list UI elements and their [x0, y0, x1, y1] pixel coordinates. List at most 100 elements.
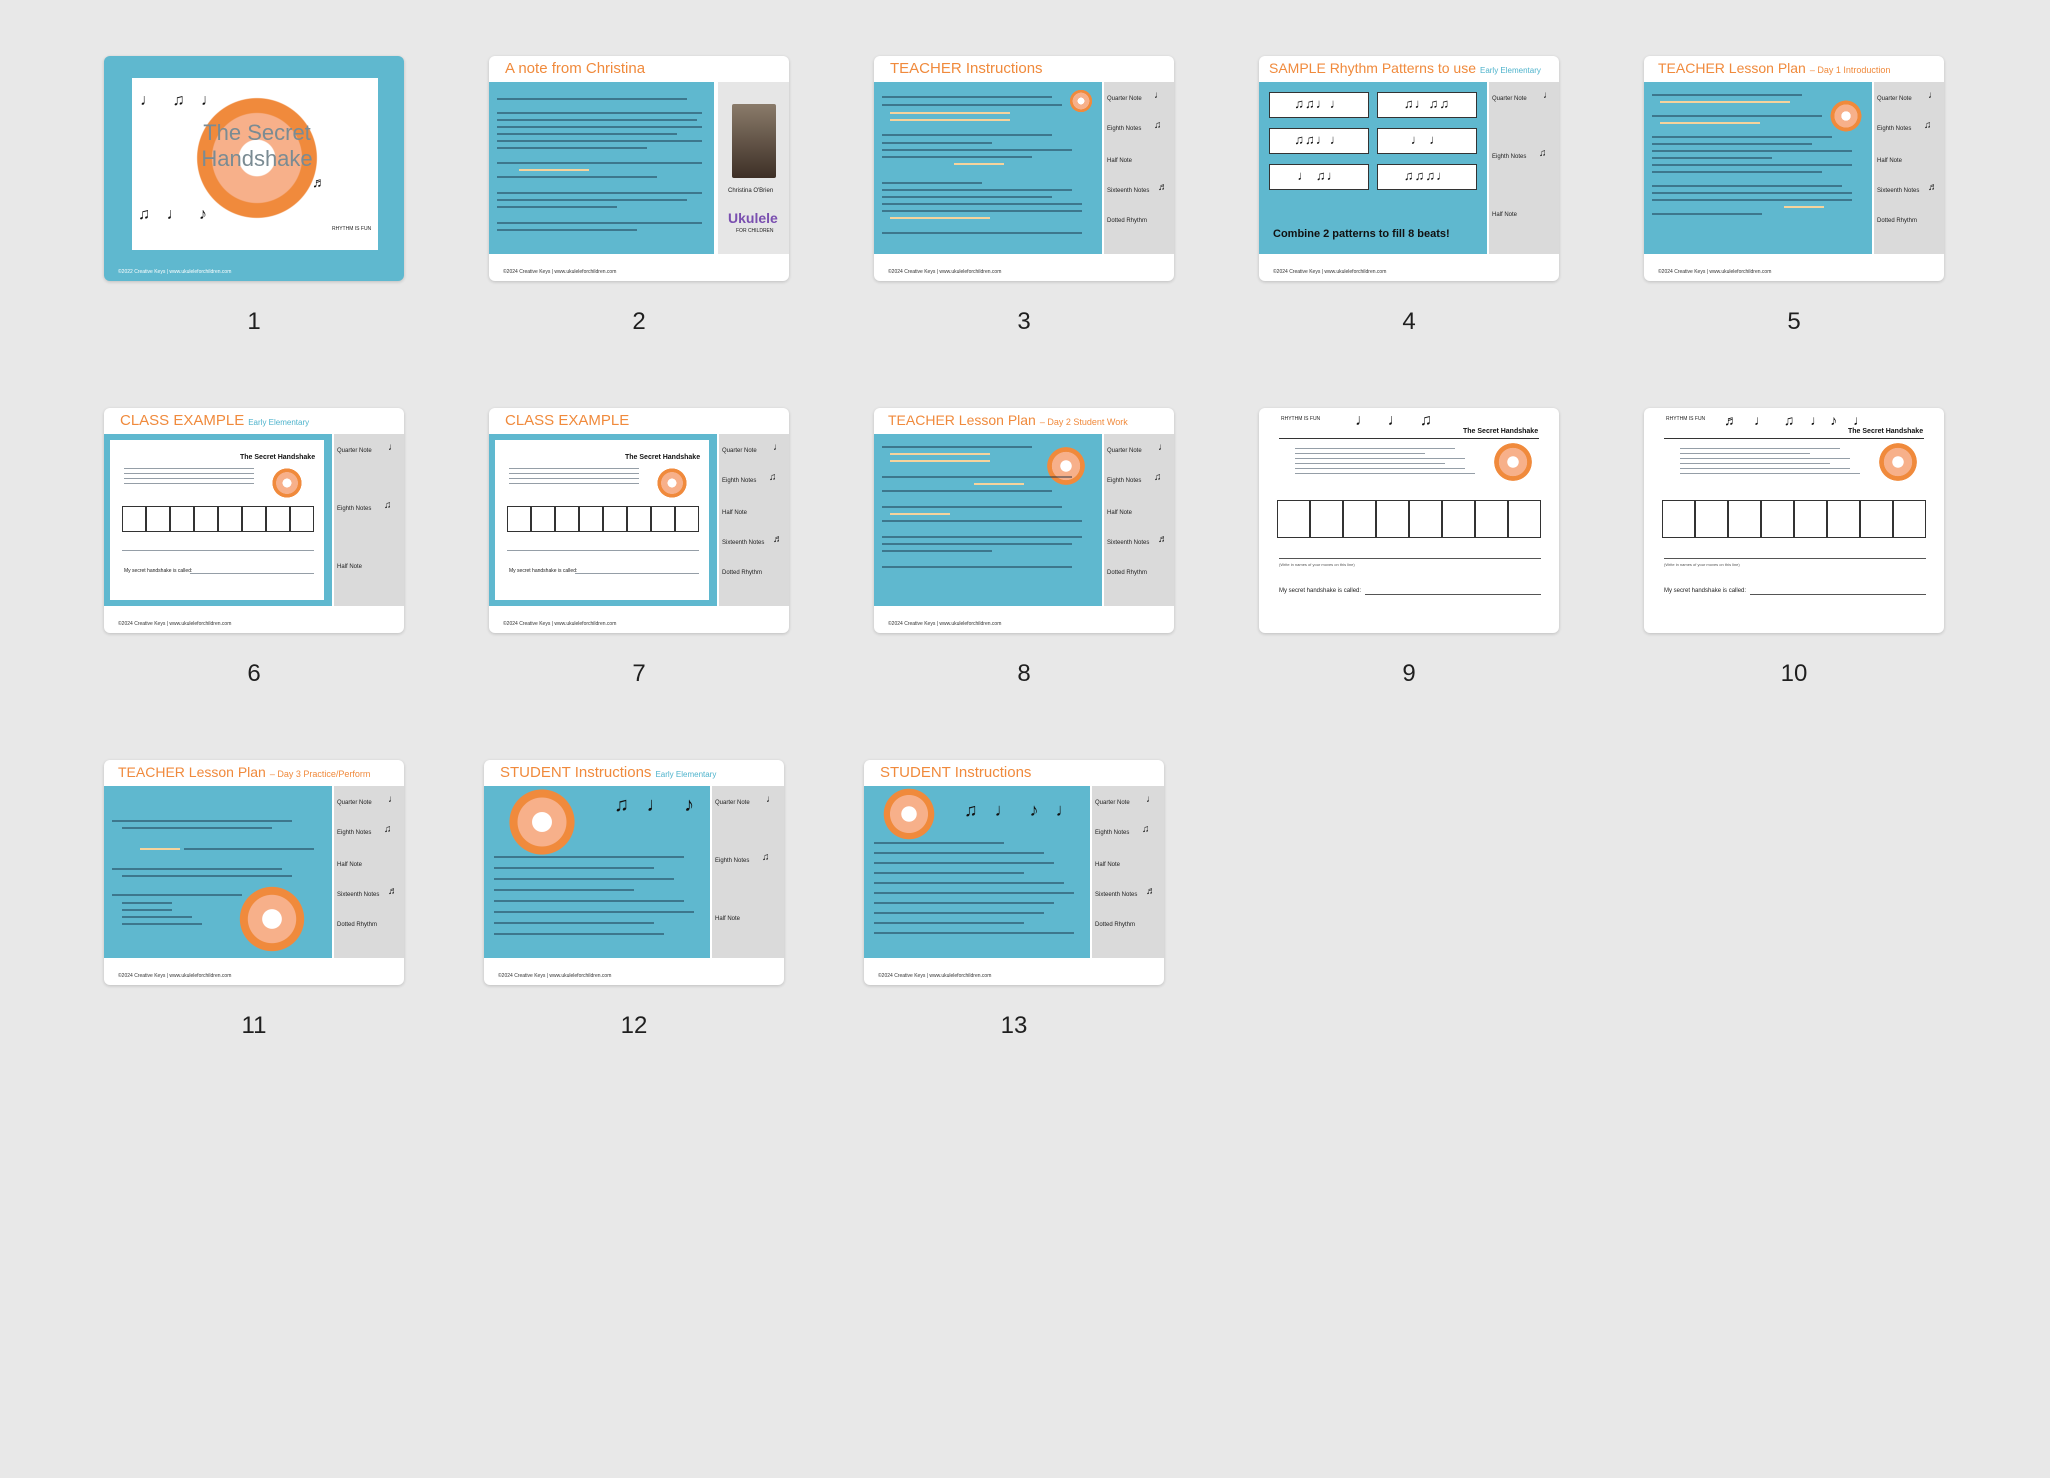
text-line: [882, 104, 1062, 106]
slide-thumbnail-13[interactable]: STUDENT Instructions ♫ ♩ ♪ ♩ Quarter Not…: [864, 760, 1164, 985]
slide-thumbnail-4[interactable]: SAMPLE Rhythm Patterns to use Early Eleme…: [1259, 56, 1559, 281]
text-line: [124, 483, 254, 484]
slide-thumbnail-10[interactable]: RHYTHM IS FUN ♬ ♩ ♫ ♩♪ ♩ The Secret Hand…: [1644, 408, 1944, 633]
text-line: [124, 478, 254, 479]
ref-dotted-label: Dotted Rhythm: [1107, 218, 1148, 224]
text-panel: [104, 786, 332, 958]
text-line: [1295, 473, 1475, 474]
slide-title-text: TEACHER Lesson Plan: [1658, 60, 1806, 76]
rhythm-pattern: ♩ ♫♩: [1269, 164, 1369, 190]
slide-title: A note from Christina: [505, 60, 646, 77]
slide-footer: ©2024 Creative Keys | www.ukuleleforchil…: [888, 621, 1002, 627]
slide-footer: ©2024 Creative Keys | www.ukuleleforchil…: [1658, 269, 1772, 275]
text-line: [1680, 458, 1850, 459]
cover-title: The Secret Handshake: [201, 120, 313, 171]
text-line: [1365, 594, 1541, 595]
splash-graphic: [270, 466, 304, 500]
music-notes-decoration: ♩ ♩ ♫: [1355, 412, 1438, 429]
text-line: [497, 98, 687, 100]
music-notes-decoration: ♬: [312, 174, 332, 190]
ref-quarter-label: Quarter Note: [1107, 96, 1142, 102]
ref-eighth-label: Eighth Notes: [337, 830, 372, 836]
ref-eighth-label: Eighth Notes: [715, 858, 750, 864]
slide-subtitle: Early Elementary: [655, 770, 717, 779]
ref-half-label: Half Note: [722, 510, 748, 516]
ref-eighth-label: Eighth Notes: [1107, 478, 1142, 484]
text-line: [874, 852, 1044, 854]
text-line: [874, 932, 1074, 934]
slide-thumbnail-3[interactable]: TEACHER Instructions Quarter Note ♩ Eigh…: [874, 56, 1174, 281]
slide-number-13: 13: [1000, 1012, 1028, 1039]
worksheet-title: The Secret Handshake: [240, 454, 316, 461]
text-line: [1680, 463, 1830, 464]
ref-eighth-label: Eighth Notes: [1877, 126, 1912, 132]
slide-number-1: 1: [247, 308, 261, 335]
text-line: [497, 229, 637, 231]
text-line: [874, 892, 1074, 894]
slide-thumbnail-2[interactable]: A note from Christina Christina O'Brien …: [489, 56, 789, 281]
text-line: [1652, 199, 1852, 201]
ref-eighth-label: Eighth Notes: [1492, 154, 1527, 160]
music-notes-decoration: ♫ ♩ ♪ ♩: [964, 800, 1080, 820]
text-line: [122, 909, 172, 911]
text-line: [1680, 453, 1810, 454]
text-line: [509, 468, 639, 469]
slide-thumbnail-1[interactable]: The Secret Handshake ♩ ♫ ♩ ♫ ♩ ♪ ♬ RHYTH…: [104, 56, 404, 281]
text-line: [190, 573, 314, 574]
highlighted-text: [890, 217, 990, 219]
ref-half-label: Half Note: [1877, 158, 1903, 164]
slide-thumbnail-12[interactable]: STUDENT Instructions Early Elementary ♫ ♩…: [484, 760, 784, 985]
text-line: [882, 210, 1082, 212]
worksheet-hint: (Write in names of your moves on this li…: [1664, 562, 1740, 567]
ref-eighth-label: Eighth Notes: [1095, 830, 1130, 836]
quarter-note-icon: ♩: [388, 442, 398, 453]
note-reference-panel: Quarter Note ♩ Eighth Notes ♫ Half Note …: [1092, 786, 1164, 958]
text-line: [112, 894, 242, 896]
splash-graphic: [1068, 88, 1094, 114]
text-line: [882, 182, 982, 184]
worksheet-frame: The Secret Handshake My secret handshake…: [489, 434, 717, 606]
rhythm-boxes: [507, 506, 699, 532]
slide-number-7: 7: [632, 660, 646, 687]
quarter-note-icon: ♩: [1928, 90, 1938, 101]
text-panel: ♫ ♩ ♪: [484, 786, 710, 958]
rhythm-pattern: ♫♫♩♩: [1269, 128, 1369, 154]
text-line: [122, 923, 202, 925]
text-line: [494, 867, 654, 869]
slide-thumbnail-9[interactable]: RHYTHM IS FUN ♩ ♩ ♫ The Secret Handshake…: [1259, 408, 1559, 633]
slide-footer: ©2024 Creative Keys | www.ukuleleforchil…: [498, 973, 612, 979]
highlighted-text: [1660, 122, 1760, 124]
ref-quarter-label: Quarter Note: [1095, 800, 1130, 806]
slide-thumbnail-8[interactable]: TEACHER Lesson Plan – Day 2 Student Work …: [874, 408, 1174, 633]
text-line: [122, 875, 292, 877]
slide-title: CLASS EXAMPLE: [505, 412, 630, 429]
text-line: [122, 550, 314, 551]
slide-title-text: STUDENT Instructions: [500, 764, 652, 781]
ref-dotted-label: Dotted Rhythm: [337, 922, 378, 928]
slide-footer: ©2024 Creative Keys | www.ukuleleforchil…: [888, 269, 1002, 275]
text-line: [497, 176, 657, 178]
text-line: [122, 916, 192, 918]
music-notes-decoration: ♫ ♩ ♪: [138, 206, 213, 223]
note-reference-panel: Quarter Note ♩ Eighth Notes ♫ Half Note …: [334, 786, 404, 958]
slide-thumbnail-6[interactable]: CLASS EXAMPLE Early Elementary The Secret…: [104, 408, 404, 633]
ref-half-label: Half Note: [715, 916, 741, 922]
text-line: [1295, 448, 1455, 449]
ref-quarter-label: Quarter Note: [1107, 448, 1142, 454]
slide-thumbnail-5[interactable]: TEACHER Lesson Plan – Day 1 Introduction …: [1644, 56, 1944, 281]
text-line: [124, 468, 254, 469]
text-line: [882, 476, 1072, 478]
note-reference-panel: Quarter Note ♩ Eighth Notes ♫ Half Note: [1489, 82, 1559, 254]
slide-thumbnail-11[interactable]: TEACHER Lesson Plan – Day 3 Practice/Perf…: [104, 760, 404, 985]
text-line: [124, 473, 254, 474]
text-line: [507, 550, 699, 551]
text-line: [1680, 473, 1860, 474]
text-line: [112, 820, 292, 822]
text-line: [882, 543, 1072, 545]
text-line: [509, 473, 639, 474]
rhythm-stamp: RHYTHM IS FUN: [1281, 416, 1321, 422]
eighth-note-icon: ♫: [384, 824, 392, 835]
slide-thumbnail-7[interactable]: CLASS EXAMPLE The Secret Handshake My se…: [489, 408, 789, 633]
ref-sixteenth-label: Sixteenth Notes: [1107, 540, 1150, 546]
highlighted-text: [890, 513, 950, 515]
